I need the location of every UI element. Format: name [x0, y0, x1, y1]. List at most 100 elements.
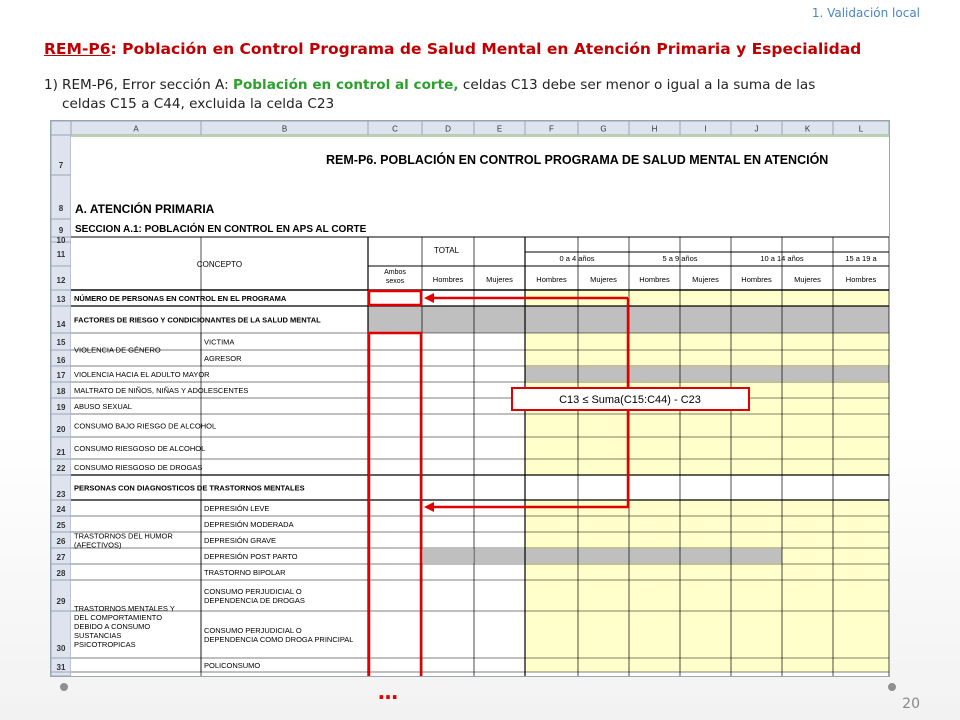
- page-number: 20: [902, 696, 920, 712]
- row-label: DEPENDENCIA COMO DROGA PRINCIPAL: [204, 635, 353, 644]
- row-label: NÚMERO DE PERSONAS EN CONTROL EN EL PROG…: [74, 294, 287, 303]
- row-label: PERSONAS CON DIAGNOSTICOS DE TRASTORNOS …: [74, 484, 305, 493]
- row-number: 28: [57, 569, 66, 578]
- column-letter: D: [445, 125, 451, 134]
- list-number: 1): [44, 77, 58, 93]
- row-label: CONSUMO RIESGOSO DE ALCOHOL: [74, 444, 205, 453]
- gray-band-row17: [525, 367, 889, 381]
- row-number: 22: [57, 464, 66, 473]
- row-number: 10: [57, 236, 66, 245]
- row-number: 9: [59, 226, 64, 235]
- row-group-label: DEBIDO A CONSUMO: [74, 622, 150, 631]
- row-number: 12: [57, 276, 66, 285]
- row-label: DEPENDENCIA DE DROGAS: [204, 596, 305, 605]
- row-number: 31: [57, 663, 66, 672]
- section-title: A. ATENCIÓN PRIMARIA: [75, 201, 215, 216]
- row-number: 19: [57, 403, 66, 412]
- row-number: 24: [57, 505, 66, 514]
- row-number: 30: [57, 644, 66, 653]
- column-letter: H: [652, 125, 658, 134]
- age-group-header: 15 a 19 a: [845, 254, 877, 263]
- row-number: 26: [57, 537, 66, 546]
- sex-subheader: Mujeres: [692, 275, 719, 284]
- footer-dot-right: [888, 683, 896, 691]
- white-row23: [525, 475, 889, 500]
- row-label: CONSUMO PERJUDICIAL O: [204, 587, 302, 596]
- yellow-cell-band: [525, 414, 889, 437]
- title-rest: : Población en Control Programa de Salud…: [110, 40, 862, 58]
- yellow-cell-band: [525, 437, 889, 459]
- sheet-title: REM-P6. POBLACIÓN EN CONTROL PROGRAMA DE…: [326, 152, 828, 167]
- concepto-header: CONCEPTO: [197, 260, 242, 269]
- yellow-cell-band: [525, 333, 889, 350]
- sex-subheader: Hombres: [433, 275, 464, 284]
- sex-subheader: Hombres: [639, 275, 670, 284]
- ambos-label-1: Ambos: [384, 269, 406, 276]
- yellow-cell-band: [525, 532, 889, 548]
- line1-highlight: Población en control al corte,: [233, 77, 459, 93]
- yellow-cell-band: [525, 459, 889, 475]
- footer-dot-left: [60, 683, 68, 691]
- column-header-bar: [51, 121, 889, 136]
- row-number: 7: [59, 161, 64, 170]
- row-label: VICTIMA: [204, 338, 234, 347]
- yellow-cell-band: [525, 611, 889, 658]
- description-line-1: 1) REM-P6, Error sección A: Población en …: [44, 76, 904, 95]
- spreadsheet-screenshot: A B C D E F G H I J K L 7 8 9 10 11 12 13 14 15 16 17 18 19 20 21 2…: [50, 120, 890, 677]
- row-label: CONSUMO RIESGOSO DE DROGAS: [74, 463, 202, 472]
- row-label: CONSUMO PERJUDICIAL O: [204, 626, 302, 635]
- row-label: FACTORES DE RIESGO Y CONDICIONANTES DE L…: [74, 316, 321, 325]
- row-label: DEPRESIÓN MODERADA: [204, 520, 294, 529]
- row-label: MALTRATO DE NIÑOS, NIÑAS Y ADOLESCENTES: [74, 386, 248, 395]
- column-letter: F: [549, 125, 554, 134]
- row-number: 15: [57, 338, 66, 347]
- spreadsheet-svg: A B C D E F G H I J K L 7 8 910 11 12 13 14 15 16 17 18 19 20 21 2…: [51, 121, 889, 676]
- column-letter: J: [755, 125, 759, 134]
- sex-subheader: Hombres: [536, 275, 567, 284]
- column-letter: A: [133, 125, 139, 134]
- sex-subheader: Mujeres: [794, 275, 821, 284]
- row-label: AGRESOR: [204, 354, 242, 363]
- row-label: CONSUMO BAJO RIESGO DE ALCOHOL: [74, 422, 216, 431]
- column-letter: K: [805, 125, 811, 134]
- row-number: 20: [57, 425, 66, 434]
- gray-cell-row27-band: [525, 549, 782, 563]
- row-label: ABUSO SEXUAL: [74, 402, 132, 411]
- formula-label: C13 ≤ Suma(C15:C44) - C23: [559, 394, 701, 406]
- column-letter: E: [497, 125, 502, 134]
- row-number: 29: [57, 597, 66, 606]
- row-number: 13: [57, 295, 66, 304]
- row-group-label: TRASTORNOS MENTALES Y: [74, 604, 175, 613]
- row-group-label: DEL COMPORTAMIENTO: [74, 613, 162, 622]
- validation-description: 1) REM-P6, Error sección A: Población en …: [44, 76, 904, 114]
- row-number: 21: [57, 448, 66, 457]
- row-group-label: (AFECTIVOS): [74, 541, 122, 550]
- subsection-title: SECCION A.1: POBLACIÓN EN CONTROL EN APS…: [75, 222, 367, 235]
- column-letter: C: [392, 125, 398, 134]
- column-letter: B: [282, 125, 287, 134]
- row-number: 14: [57, 320, 66, 329]
- column-letter: L: [859, 125, 864, 134]
- sex-subheader: Mujeres: [590, 275, 617, 284]
- row-number: 17: [57, 371, 66, 380]
- row-label: VIOLENCIA HACIA EL ADULTO MAYOR: [74, 370, 210, 379]
- row-number: 16: [57, 356, 66, 365]
- row-number: 23: [57, 490, 66, 499]
- row-number: 11: [57, 250, 66, 259]
- gray-cell-row27-d: [423, 549, 473, 563]
- row-number: 27: [57, 553, 66, 562]
- yellow-cell-band: [525, 580, 889, 611]
- column-letter: G: [600, 125, 606, 134]
- description-line-2: celdas C15 a C44, excluida la celda C23: [62, 96, 335, 112]
- sex-subheader: Hombres: [846, 275, 877, 284]
- row-label: TRASTORNO BIPOLAR: [204, 568, 286, 577]
- title-code: REM-P6: [44, 40, 111, 58]
- row-number: 25: [57, 521, 66, 530]
- line1-post: celdas C13 debe ser menor o igual a la s…: [458, 77, 816, 93]
- row-label: DEPRESIÓN POST PARTO: [204, 552, 298, 561]
- ambos-label-2: sexos: [386, 278, 405, 285]
- sex-subheader: Hombres: [741, 275, 772, 284]
- row-group-label: PSICOTROPICAS: [74, 640, 136, 649]
- row-number: 8: [59, 204, 64, 213]
- row-label: DEPRESIÓN GRAVE: [204, 536, 276, 545]
